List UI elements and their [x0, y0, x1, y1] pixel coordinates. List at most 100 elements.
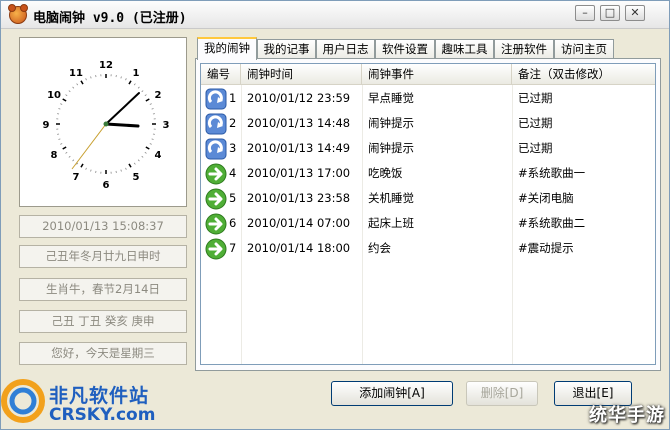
col-note[interactable]: 备注（双击修改）: [512, 64, 656, 84]
clock-number: 4: [154, 150, 161, 161]
expired-arrow-icon: [205, 88, 227, 110]
clock-tick: [69, 156, 70, 157]
clock-center: [104, 122, 109, 127]
watermark-site-cn: 非凡软件站: [49, 381, 149, 408]
clock-tick: [121, 170, 122, 172]
tab-fun-tools[interactable]: 趣味工具: [435, 39, 494, 59]
table-row[interactable]: 12010/01/12 23:59早点睡觉已过期: [201, 86, 656, 111]
alarm-note: 已过期: [512, 111, 553, 136]
clock-tick: [66, 95, 68, 96]
clock-tick: [73, 87, 74, 88]
clock-tick: [129, 81, 131, 84]
col-alarm-time[interactable]: 闹钟时间: [241, 64, 362, 84]
alarm-number: 5: [225, 186, 236, 211]
tab-settings[interactable]: 软件设置: [375, 39, 435, 59]
analog-clock: 121234567891011: [20, 38, 186, 206]
expired-arrow-icon: [205, 113, 227, 135]
ganzhi-info: 己丑 丁丑 癸亥 庚申: [19, 310, 187, 333]
clock-tick: [63, 147, 66, 149]
table-row[interactable]: 42010/01/13 17:00吃晚饭#系统歌曲一: [201, 161, 656, 186]
clock-tick: [145, 152, 147, 153]
zodiac-info: 生肖牛，春节2月14日: [19, 278, 187, 301]
clock-tick: [126, 78, 127, 80]
alarm-number: 6: [225, 211, 236, 236]
hour-hand: [106, 124, 138, 126]
delete-button[interactable]: 删除[D]: [466, 381, 538, 406]
alarm-time: 2010/01/13 14:48: [241, 111, 350, 136]
clock-number: 11: [69, 68, 83, 79]
alarm-number: 4: [225, 161, 236, 186]
table-row[interactable]: 72010/01/14 18:00约会#震动提示: [201, 236, 656, 261]
clock-tick: [134, 84, 135, 86]
watermark-site-en: CRSKY.com: [49, 405, 155, 425]
tab-homepage[interactable]: 访问主页: [554, 39, 614, 59]
clock-tick: [66, 152, 68, 153]
clock-tick: [142, 91, 143, 92]
alarm-tab-panel: 编号 闹钟时间 闹钟事件 备注（双击修改） 12010/01/12 23:59早…: [195, 58, 661, 371]
clock-tick: [146, 147, 149, 149]
col-number[interactable]: 编号: [201, 64, 241, 84]
col-alarm-event[interactable]: 闹钟事件: [362, 64, 512, 84]
clock-tick: [81, 164, 83, 167]
clock-number: 1: [133, 68, 140, 79]
alarm-note: 已过期: [512, 136, 553, 161]
tab-my-alarms[interactable]: 我的闹钟: [197, 37, 257, 60]
clock-tick: [58, 109, 60, 110]
clock-tick: [73, 160, 74, 161]
current-datetime: 2010/01/13 15:08:37: [19, 215, 187, 238]
title-bar[interactable]: 电脑闹钟 v9.0 (已注册) – □ ✕: [1, 1, 669, 29]
alarm-time: 2010/01/14 07:00: [241, 211, 350, 236]
alarm-time: 2010/01/13 23:58: [241, 186, 350, 211]
alarm-event: 闹钟提示: [362, 111, 414, 136]
active-arrow-icon: [205, 163, 227, 185]
active-arrow-icon: [205, 213, 227, 235]
minute-hand: [106, 93, 139, 124]
clock-number: 10: [47, 90, 61, 101]
tab-my-notes[interactable]: 我的记事: [257, 39, 316, 59]
clock-tick: [150, 104, 152, 105]
clock-tick: [152, 109, 154, 110]
minimize-button[interactable]: –: [575, 5, 595, 21]
clock-tick: [91, 170, 92, 172]
clock-number: 2: [154, 90, 161, 101]
clock-tick: [91, 76, 92, 78]
second-hand: [72, 124, 106, 169]
clock-tick: [86, 168, 87, 170]
clock-number: 3: [163, 120, 170, 131]
watermark-right: 统华手游: [589, 401, 665, 427]
alarm-number: 3: [225, 136, 236, 161]
clock-number: 6: [103, 180, 110, 191]
alarm-list[interactable]: 编号 闹钟时间 闹钟事件 备注（双击修改） 12010/01/12 23:59早…: [200, 63, 656, 365]
clock-tick: [138, 160, 139, 161]
tab-user-log[interactable]: 用户日志: [316, 39, 375, 59]
alarm-note: #系统歌曲二: [512, 211, 585, 236]
alarm-note: #震动提示: [512, 236, 574, 261]
clock-tick: [150, 144, 152, 145]
alarm-number: 2: [225, 111, 236, 136]
table-row[interactable]: 62010/01/14 07:00起床上班#系统歌曲二: [201, 211, 656, 236]
add-alarm-button[interactable]: 添加闹钟[A]: [331, 381, 453, 406]
alarm-note: 已过期: [512, 86, 553, 111]
alarm-event: 约会: [362, 236, 391, 261]
clock-number: 9: [43, 120, 50, 131]
clock-tick: [152, 139, 154, 140]
alarm-number: 7: [225, 236, 236, 261]
close-button[interactable]: ✕: [625, 5, 645, 21]
lunar-date: 己丑年冬月廿九日申时: [19, 245, 187, 268]
alarm-event: 早点睡觉: [362, 86, 414, 111]
tab-register[interactable]: 注册软件: [494, 39, 554, 59]
alarm-clock-icon: [9, 6, 27, 24]
maximize-button[interactable]: □: [600, 5, 620, 21]
table-row[interactable]: 32010/01/13 14:49闹钟提示已过期: [201, 136, 656, 161]
table-row[interactable]: 52010/01/13 23:58关机睡觉#关闭电脑: [201, 186, 656, 211]
table-row[interactable]: 22010/01/13 14:48 闹钟提示 已过期: [201, 111, 656, 136]
clock-tick: [69, 91, 70, 92]
clock-tick: [77, 84, 78, 86]
alarm-note: #关闭电脑: [512, 186, 574, 211]
alarm-note: #系统歌曲一: [512, 161, 585, 186]
clock-tick: [138, 87, 139, 88]
clock-tick: [121, 76, 122, 78]
alarm-time: 2010/01/12 23:59: [241, 86, 350, 111]
active-arrow-icon: [205, 238, 227, 260]
clock-tick: [142, 156, 143, 157]
